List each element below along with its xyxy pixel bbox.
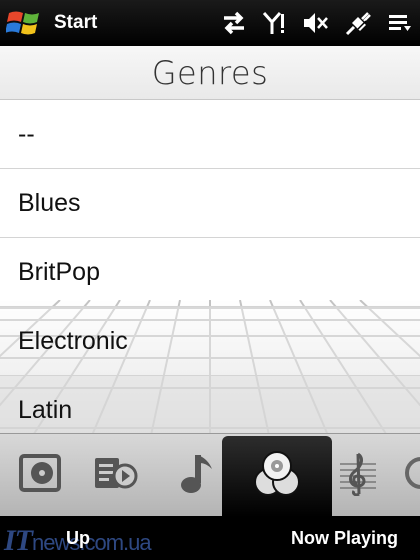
tab-genres[interactable] bbox=[222, 436, 332, 517]
genre-label: BritPop bbox=[18, 257, 100, 286]
music-tab-strip bbox=[0, 433, 420, 517]
genre-label: Blues bbox=[18, 188, 81, 217]
music-note-icon bbox=[178, 451, 218, 500]
charging-icon[interactable] bbox=[344, 9, 374, 37]
softkey-bar: ITnews.com.ua Up Now Playing bbox=[0, 516, 420, 560]
album-icon bbox=[18, 453, 62, 498]
tab-playlists[interactable] bbox=[76, 434, 156, 517]
genre-label: Latin bbox=[18, 395, 73, 424]
page-title: Genres bbox=[151, 53, 269, 92]
menu-icon[interactable] bbox=[388, 12, 412, 34]
tab-albums[interactable] bbox=[0, 434, 80, 517]
windows-logo-icon[interactable] bbox=[5, 7, 44, 39]
list-item[interactable]: Blues bbox=[0, 169, 420, 238]
genre-list-area: -- Blues BritPop Electronic Latin bbox=[0, 100, 420, 433]
tab-composers[interactable] bbox=[318, 434, 398, 517]
list-item[interactable]: -- bbox=[0, 100, 420, 169]
genre-label: Electronic bbox=[18, 326, 128, 355]
list-item[interactable]: Latin bbox=[0, 376, 420, 433]
partial-tab-icon bbox=[399, 453, 420, 498]
up-softkey[interactable]: Up bbox=[66, 528, 90, 549]
genre-label: -- bbox=[18, 119, 35, 148]
status-bar: Start bbox=[0, 0, 420, 46]
start-label[interactable]: Start bbox=[54, 12, 220, 34]
genre-discs-icon bbox=[252, 450, 302, 503]
treble-clef-icon bbox=[340, 450, 376, 501]
tab-more[interactable] bbox=[396, 434, 420, 517]
genre-list: -- Blues BritPop Electronic Latin bbox=[0, 100, 420, 433]
volume-muted-icon[interactable] bbox=[302, 10, 330, 36]
list-item[interactable]: BritPop bbox=[0, 238, 420, 307]
signal-icon[interactable] bbox=[262, 10, 288, 36]
list-item[interactable]: Electronic bbox=[0, 307, 420, 376]
now-playing-softkey[interactable]: Now Playing bbox=[291, 528, 398, 549]
data-sync-icon bbox=[220, 10, 248, 36]
page-header: Genres bbox=[0, 46, 420, 100]
playlist-icon bbox=[93, 454, 139, 497]
